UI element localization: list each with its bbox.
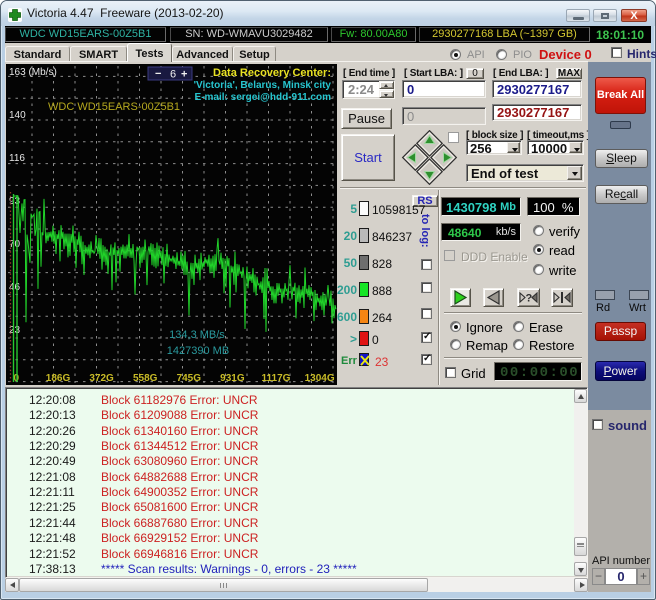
svg-text:140: 140: [9, 110, 26, 121]
svg-text:745G: 745G: [177, 373, 202, 384]
svg-text:?: ?: [526, 293, 533, 305]
svg-text:+: +: [181, 69, 187, 81]
svg-text:1304G: 1304G: [305, 373, 335, 384]
svg-text:1117G: 1117G: [262, 373, 291, 384]
svg-text:134,3 MB/s: 134,3 MB/s: [169, 329, 225, 341]
svg-text:E-mail: sergei@hdd-911.com: E-mail: sergei@hdd-911.com: [195, 92, 332, 103]
svg-text:116: 116: [9, 153, 25, 164]
svg-text:46: 46: [9, 282, 21, 293]
svg-text:6: 6: [170, 69, 176, 81]
svg-text:372G: 372G: [89, 373, 114, 384]
svg-text:163 (Mb/s): 163 (Mb/s): [9, 67, 57, 78]
svg-text:−: −: [155, 68, 161, 80]
svg-text:931G: 931G: [220, 373, 245, 384]
svg-text:558G: 558G: [133, 373, 158, 384]
svg-text:Data Recovery Center:: Data Recovery Center:: [213, 67, 331, 79]
svg-text:'Victoria', Belarus, Minsk cit: 'Victoria', Belarus, Minsk city: [194, 80, 332, 91]
svg-text:186G: 186G: [46, 373, 71, 384]
svg-text:WDC WD15EARS-00Z5B1: WDC WD15EARS-00Z5B1: [48, 101, 180, 113]
svg-text:1427390 MB: 1427390 MB: [167, 345, 229, 357]
